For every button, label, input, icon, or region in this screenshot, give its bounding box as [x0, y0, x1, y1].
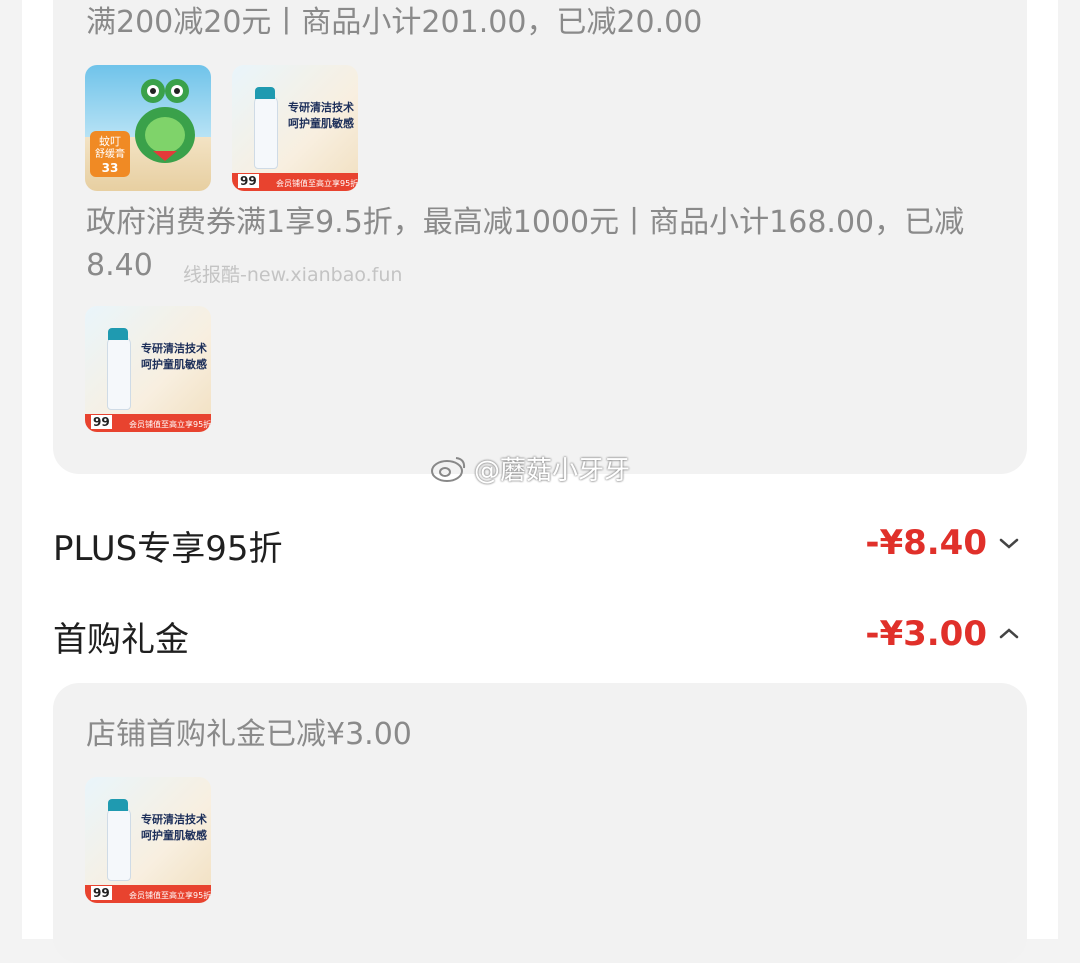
bottle-icon [254, 95, 278, 169]
plus-discount-title: PLUS专享95折 [53, 529, 283, 569]
discount-group-2-description-cont: 8.40 [86, 248, 153, 283]
weibo-logo-icon [431, 456, 466, 482]
bottle-icon [107, 336, 131, 410]
product-badge: 蚊叮 舒缓膏 33 [90, 131, 130, 177]
product-thumbnail[interactable]: 专研清洁技术 呵护童肌敏感 会员铺值至高立享95折 99 [85, 306, 211, 432]
product-thumbnail[interactable]: 蚊叮 舒缓膏 33 [85, 65, 211, 191]
first-purchase-description: 店铺首购礼金已减¥3.00 [86, 717, 412, 752]
bottle-icon [107, 807, 131, 881]
product-thumbnail[interactable]: 专研清洁技术 呵护童肌敏感 会员铺值至高立享95折 99 [232, 65, 358, 191]
discount-group-2-description: 政府消费券满1享9.5折，最高减1000元丨商品小计168.00，已减 [86, 205, 965, 240]
site-watermark: 线报酷-new.xianbao.fun [183, 264, 403, 286]
first-purchase-title: 首购礼金 [53, 620, 189, 660]
frog-mascot-icon [135, 79, 195, 163]
plus-discount-amount[interactable]: -¥8.40 [865, 523, 987, 563]
weibo-watermark: @蘑菇小牙牙 [430, 450, 630, 487]
discount-detail-card: 满200减20元丨商品小计201.00，已减20.00 蚊叮 舒缓膏 33 专研… [53, 0, 1027, 474]
product-thumbnail[interactable]: 专研清洁技术 呵护童肌敏感 会员铺值至高立享95折 99 [85, 777, 211, 903]
chevron-down-icon[interactable] [998, 537, 1020, 551]
discount-group-1-description: 满200减20元丨商品小计201.00，已减20.00 [86, 5, 703, 40]
first-purchase-card: 店铺首购礼金已减¥3.00 专研清洁技术 呵护童肌敏感 会员铺值至高立享95折 … [53, 683, 1027, 963]
first-purchase-amount[interactable]: -¥3.00 [865, 614, 987, 654]
chevron-up-icon[interactable] [998, 626, 1020, 640]
